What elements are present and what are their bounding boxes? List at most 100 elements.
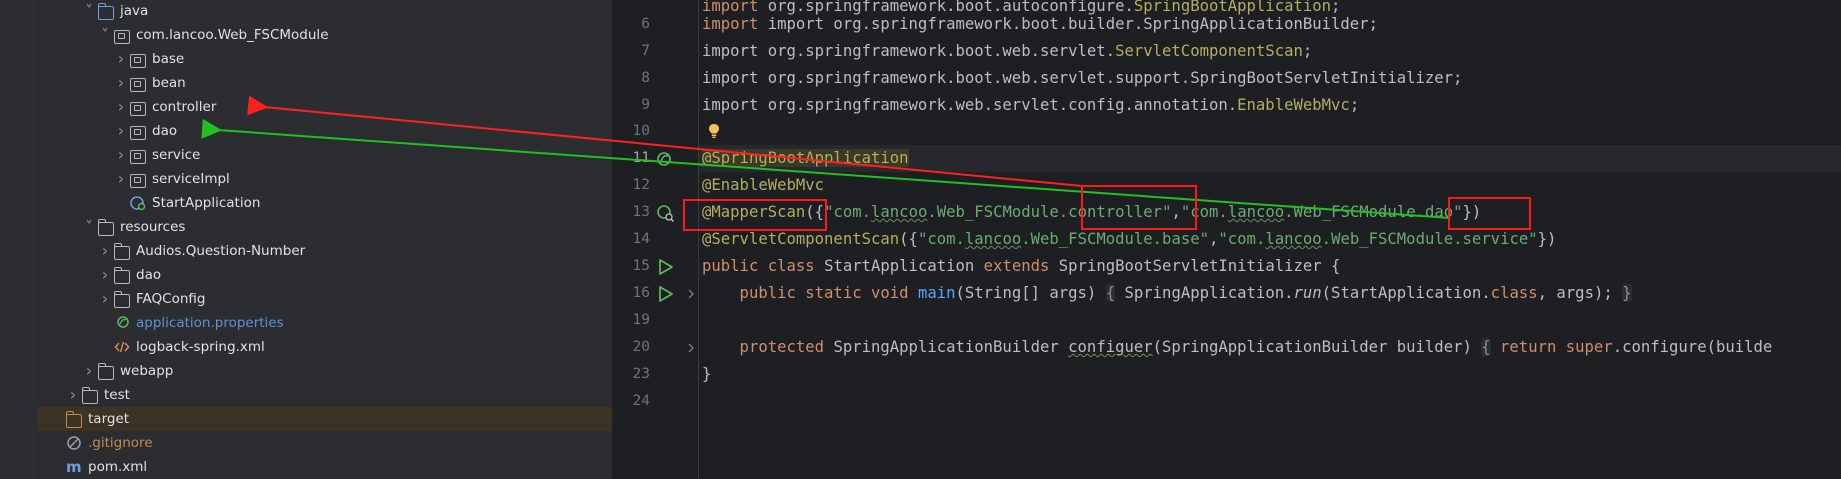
fold-chevron-icon[interactable] <box>686 288 696 300</box>
package-icon <box>130 102 146 116</box>
tree-item[interactable]: › test <box>38 383 612 407</box>
folder-icon <box>113 267 130 284</box>
tree-item[interactable]: › Audios.Question-Number <box>38 239 612 263</box>
line-number: 13 <box>632 204 650 220</box>
tree-item[interactable]: › dao <box>38 119 612 143</box>
gitignore-icon <box>66 435 82 450</box>
chevron-right-icon[interactable]: › <box>114 47 128 71</box>
line-number: 10 <box>632 123 650 139</box>
code-line-15[interactable]: public class StartApplication extends Sp… <box>702 253 1340 280</box>
line-number: 24 <box>632 393 650 409</box>
tree-item-label: webapp <box>120 363 174 379</box>
code-line-7[interactable]: import org.springframework.boot.web.serv… <box>702 38 1312 65</box>
tree-item[interactable]: ˅ com.lancoo.Web_FSCModule <box>38 23 612 47</box>
tree-item-label: target <box>88 411 130 427</box>
mybatis-mapper-gutter-icon[interactable] <box>656 204 676 222</box>
tree-item[interactable]: › serviceImpl <box>38 167 612 191</box>
lightbulb-icon[interactable] <box>707 122 721 140</box>
line-number: 23 <box>632 366 650 382</box>
tree-item-label: test <box>104 387 130 403</box>
tree-item-label: dao <box>136 267 162 283</box>
tree-item[interactable]: logback-spring.xml <box>38 335 612 359</box>
chevron-right-icon[interactable]: › <box>82 359 96 383</box>
tree-item[interactable]: .gitignore <box>38 431 612 455</box>
tree-item-label: StartApplication <box>152 195 261 211</box>
code-line-6[interactable]: import import org.springframework.boot.b… <box>702 11 1378 38</box>
line-number: 15 <box>632 258 650 274</box>
chevron-right-icon[interactable]: › <box>98 287 112 311</box>
line-number: 12 <box>632 177 650 193</box>
tree-item-label: FAQConfig <box>136 291 206 307</box>
tree-item[interactable]: application.properties <box>38 311 612 335</box>
chevron-right-icon[interactable]: › <box>114 143 128 167</box>
code-line-23[interactable]: } <box>702 361 711 388</box>
tree-item-label: .gitignore <box>88 435 153 451</box>
tree-item[interactable]: › dao <box>38 263 612 287</box>
folder-icon <box>81 387 98 404</box>
line-number: 6 <box>641 16 650 32</box>
folder-orange-icon <box>65 411 82 428</box>
chevron-right-icon[interactable]: › <box>114 71 128 95</box>
tool-window-strip <box>0 0 39 479</box>
line-number: 20 <box>632 339 650 355</box>
tree-item[interactable]: › bean <box>38 71 612 95</box>
tree-item[interactable]: ˅ java <box>38 0 612 23</box>
chevron-down-icon[interactable]: ˅ <box>82 0 96 23</box>
tree-item[interactable]: target <box>38 407 612 431</box>
code-line-14[interactable]: @ServletComponentScan({"com.lancoo.Web_F… <box>702 226 1556 253</box>
tree-item-label: com.lancoo.Web_FSCModule <box>136 27 329 43</box>
code-line-20[interactable]: protected SpringApplicationBuilder confi… <box>702 334 1772 361</box>
chevron-right-icon[interactable]: › <box>66 383 80 407</box>
chevron-right-icon[interactable]: › <box>98 239 112 263</box>
package-icon <box>130 126 146 140</box>
chevron-right-icon[interactable]: › <box>114 167 128 191</box>
tree-item-label: bean <box>152 75 186 91</box>
tree-item[interactable]: › webapp <box>38 359 612 383</box>
chevron-right-icon[interactable]: › <box>98 263 112 287</box>
tree-item[interactable]: m pom.xml <box>38 455 612 479</box>
project-tree: ˅ java ˅ com.lancoo.Web_FSCModule › base › bean… <box>0 0 612 479</box>
tree-item-label: service <box>152 147 201 163</box>
folder-icon <box>97 363 114 380</box>
chevron-down-icon[interactable]: ˅ <box>82 215 96 239</box>
spring-boot-class-icon <box>130 195 146 211</box>
tree-item-label: logback-spring.xml <box>136 339 265 355</box>
tree-item-label: base <box>152 51 185 67</box>
package-icon <box>130 150 146 164</box>
chevron-right-icon[interactable]: › <box>114 119 128 143</box>
spring-properties-icon <box>114 315 130 329</box>
tree-item[interactable]: › controller <box>38 95 612 119</box>
tree-item-label: dao <box>152 123 178 139</box>
tree-item-label: resources <box>120 219 186 235</box>
tree-item[interactable]: › service <box>38 143 612 167</box>
code-line-16[interactable]: public static void main(String[] args) {… <box>702 280 1632 307</box>
tree-item-label: pom.xml <box>88 459 148 475</box>
code-line-13[interactable]: @MapperScan({"com.lancoo.Web_FSCModule.c… <box>702 199 1481 226</box>
line-number: 19 <box>632 312 650 328</box>
ide-window: ˅ java ˅ com.lancoo.Web_FSCModule › base › bean… <box>0 0 1841 479</box>
chevron-down-icon[interactable]: ˅ <box>98 23 112 47</box>
folder-icon <box>113 291 130 308</box>
package-icon <box>130 54 146 68</box>
line-number: 9 <box>641 97 650 113</box>
line-number: 16 <box>632 285 650 301</box>
tree-item[interactable]: ˅ resources <box>38 215 612 239</box>
run-icon[interactable] <box>658 258 674 276</box>
run-main-icon[interactable] <box>658 285 674 303</box>
code-line-8[interactable]: import org.springframework.boot.web.serv… <box>702 65 1462 92</box>
tree-item[interactable]: › FAQConfig <box>38 287 612 311</box>
xml-file-icon <box>114 339 130 353</box>
code-line-11[interactable]: @SpringBootApplication <box>702 145 909 172</box>
line-number: 8 <box>641 70 650 86</box>
code-line-12[interactable]: @EnableWebMvc <box>702 172 824 199</box>
tree-item[interactable]: › base <box>38 47 612 71</box>
code-line-9[interactable]: import org.springframework.web.servlet.c… <box>702 92 1359 119</box>
tree-item[interactable]: StartApplication <box>38 191 612 215</box>
package-icon <box>130 174 146 188</box>
fold-chevron-icon[interactable] <box>686 342 696 354</box>
spring-bean-gutter-icon[interactable] <box>656 150 674 168</box>
folder-icon <box>113 243 130 260</box>
svg-text:m: m <box>66 459 82 475</box>
chevron-right-icon[interactable]: › <box>114 95 128 119</box>
package-icon <box>130 78 146 92</box>
